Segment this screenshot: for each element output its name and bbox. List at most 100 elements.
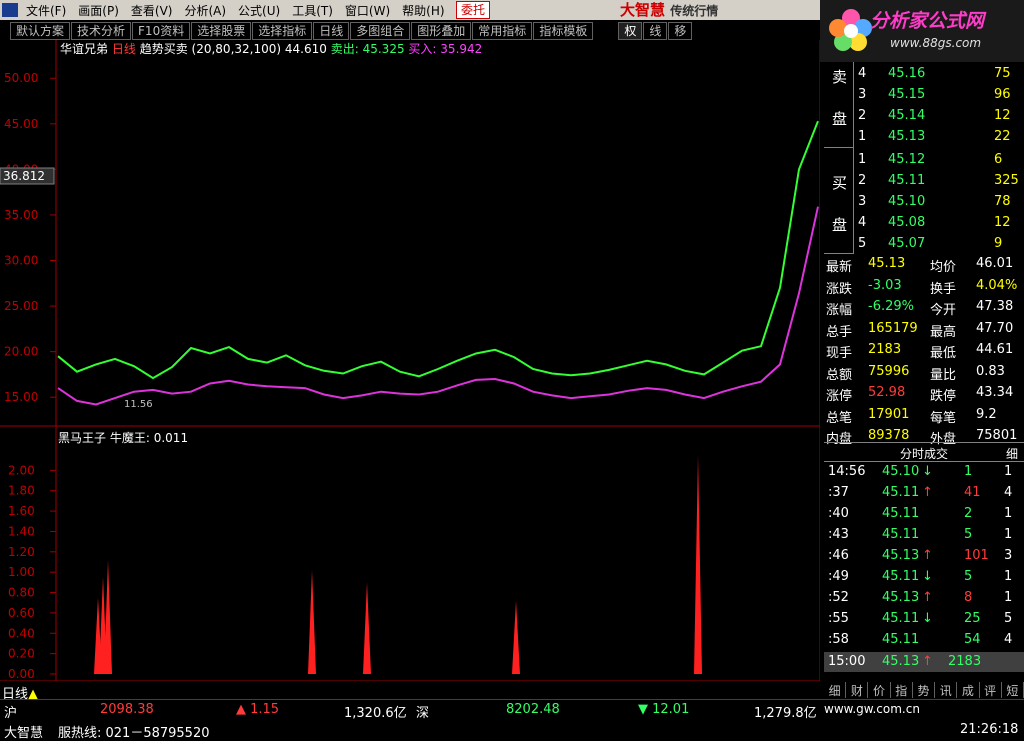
side-tab[interactable]: 讯: [935, 682, 958, 698]
stat-label: 最新: [826, 260, 853, 275]
sub-y-tick-label: 1.60: [8, 504, 35, 518]
buy-price: 45.12: [888, 152, 926, 167]
indicator-template-button[interactable]: 指标模板: [533, 22, 594, 40]
status-bar: 沪 2098.38 ▲ 1.15 1,320.6亿 深 8202.48 ▼ 12…: [0, 699, 1024, 741]
trade-time: :55: [828, 611, 849, 626]
low-mark: 11.56: [124, 399, 153, 410]
overlay-button[interactable]: 图形叠加: [411, 22, 472, 40]
signal-bar: [512, 600, 520, 674]
last-trade-up-icon: ↑: [922, 654, 933, 669]
main-y-tick-label: 35.00: [4, 208, 38, 222]
stat-row: 总笔 17901 每笔 9.2: [824, 405, 1024, 426]
trade-list[interactable]: 14:56 45.10 ↓ 1 1:37 45.11 ↑ 41 4:40 45.11 2 1:43 45…: [824, 462, 1024, 682]
menu-help[interactable]: 帮助(H): [396, 2, 450, 19]
quote-panel: 卖 盘 4 45.16 75 3 45.15 96 2 45.14 12 1 45.13 22 买 盘…: [824, 62, 1024, 452]
main-y-ticks: 50.0045.0040.0035.0030.0025.0020.0015.00: [4, 71, 56, 404]
sub-value: 0.011: [153, 431, 189, 445]
period-button[interactable]: 日线: [313, 22, 350, 40]
select-indicator-button[interactable]: 选择指标: [252, 22, 313, 40]
stat-label: 总笔: [826, 410, 853, 426]
buy-price: 45.07: [888, 236, 926, 251]
buy-level: 5: [858, 236, 867, 251]
last-trade-row: 15:00 45.13 ↑ 2183: [824, 652, 1024, 672]
trade-count: 3: [1004, 548, 1013, 563]
line-button[interactable]: 线: [643, 22, 668, 40]
trade-volume: 1: [964, 464, 973, 479]
side-tab[interactable]: 价: [868, 682, 891, 698]
indicator-value: 44.610: [284, 42, 327, 56]
trade-time: :49: [828, 569, 849, 584]
chart-area[interactable]: 50.0045.0040.0035.0030.0025.0020.0015.00…: [0, 40, 821, 697]
sub-y-tick-label: 1.80: [8, 484, 35, 498]
side-tab[interactable]: 短: [1002, 682, 1024, 698]
scheme-button[interactable]: 默认方案: [10, 22, 71, 40]
trade-price: 45.10: [882, 464, 920, 479]
side-tab[interactable]: 势: [913, 682, 936, 698]
sh-index[interactable]: 2098.38: [100, 702, 154, 717]
select-stock-button[interactable]: 选择股票: [191, 22, 252, 40]
trade-volume: 8: [964, 590, 973, 605]
trade-row: :43 45.11 5 1: [824, 525, 1024, 545]
trade-count: 1: [1004, 464, 1013, 479]
stat-label-2: 最低: [930, 346, 957, 361]
common-indicator-button[interactable]: 常用指标: [472, 22, 533, 40]
trade-detail-button[interactable]: 细: [1006, 445, 1018, 462]
stat-value: 2183: [868, 342, 902, 357]
menu-tools[interactable]: 工具(T): [286, 2, 339, 19]
menu-formula[interactable]: 公式(U): [232, 2, 286, 19]
move-button[interactable]: 移: [668, 22, 693, 40]
menu-screen[interactable]: 画面(P): [72, 2, 125, 19]
sh-label: 沪: [4, 706, 18, 721]
main-chart-title: 华谊兄弟 日线 趋势买卖 (20,80,32,100) 44.610 卖出: 4…: [60, 40, 482, 57]
menu-view[interactable]: 查看(V): [125, 2, 179, 19]
sell-level: 1: [858, 129, 867, 144]
trade-volume: 101: [964, 548, 989, 563]
rights-button[interactable]: 权: [618, 22, 643, 40]
tech-analysis-button[interactable]: 技术分析: [71, 22, 132, 40]
f10-button[interactable]: F10资料: [132, 22, 191, 40]
trade-row: :37 45.11 ↑ 41 4: [824, 483, 1024, 503]
menu-window[interactable]: 窗口(W): [339, 2, 396, 19]
side-tab[interactable]: 细: [824, 682, 847, 698]
menu-analysis[interactable]: 分析(A): [178, 2, 232, 19]
trade-header: 分时成交 细: [824, 442, 1024, 462]
stat-label-2: 跌停: [930, 389, 957, 404]
trade-arrow-icon: ↓: [922, 464, 933, 479]
site-url[interactable]: www.gw.com.cn: [824, 702, 920, 716]
trade-time: :58: [828, 632, 849, 647]
sub-y-tick-label: 0.80: [8, 586, 35, 600]
side-tab[interactable]: 评: [980, 682, 1002, 698]
buy-volume: 78: [994, 194, 1011, 209]
toolbar: 默认方案 技术分析 F10资料 选择股票 选择指标 日线 多图组合 图形叠加 常…: [0, 21, 820, 41]
trade-count: 1: [1004, 569, 1013, 584]
trade-row: :55 45.11 ↓ 25 5: [824, 609, 1024, 629]
sub-y-tick-label: 2.00: [8, 463, 35, 477]
trade-arrow-icon: ↑: [922, 590, 933, 605]
buy-volume: 6: [994, 152, 1003, 167]
brand-sub: 传统行情: [670, 4, 719, 18]
trade-volume: 2: [964, 506, 973, 521]
sub-y-tick-label: 0.60: [8, 606, 35, 620]
side-tab[interactable]: 指: [891, 682, 913, 698]
sell-level: 2: [858, 108, 867, 123]
signal-bar: [363, 582, 371, 674]
sub-chart-title: 黑马王子 牛魔王: 0.011: [58, 429, 188, 446]
chart-svg[interactable]: 50.0045.0040.0035.0030.0025.0020.0015.00…: [0, 40, 821, 697]
sell-label: 卖出:: [330, 42, 359, 56]
clock: 21:26:18: [960, 722, 1019, 737]
trade-row: :49 45.11 ↓ 5 1: [824, 567, 1024, 587]
last-trade-time: 15:00: [828, 654, 866, 669]
stat-label: 总手: [826, 324, 853, 340]
trade-price: 45.11: [882, 569, 920, 584]
sub-y-tick-label: 0.00: [8, 667, 35, 681]
side-tab[interactable]: 成: [957, 682, 980, 698]
multi-chart-button[interactable]: 多图组合: [350, 22, 411, 40]
trade-row: :58 45.11 54 4: [824, 630, 1024, 650]
side-tab[interactable]: 财: [846, 682, 869, 698]
main-y-tick-label: 45.00: [4, 117, 38, 131]
sz-amount: 1,279.8亿: [754, 706, 817, 721]
sell-order-row: 1 45.13 22: [854, 127, 1024, 147]
menu-file[interactable]: 文件(F): [20, 2, 72, 19]
trade-button[interactable]: 委托: [456, 1, 490, 19]
sz-index[interactable]: 8202.48: [506, 702, 560, 717]
